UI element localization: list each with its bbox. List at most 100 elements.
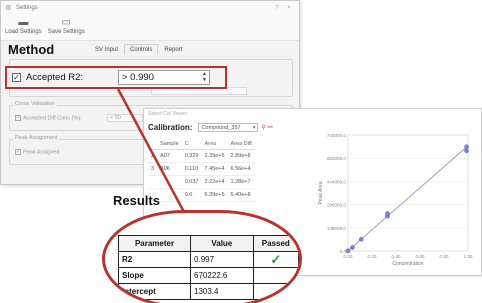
table-row[interactable]: 2 A07 0.329 2.39e+5 2.89e+8 [148, 149, 255, 163]
x-tick-label: 0.40 [392, 254, 401, 259]
x-axis-label: Concentration [392, 261, 423, 267]
y-tick-label: 444000.0 [327, 179, 347, 184]
plot-frame [347, 134, 469, 252]
peak-assigned-checkbox[interactable]: ✓ [15, 149, 21, 155]
row-c: 0.037 [181, 175, 202, 189]
link-icon[interactable]: ⚲ ⚯ [261, 124, 272, 131]
row-area: 7.45e+4 [201, 162, 228, 176]
close-button[interactable]: × [283, 5, 295, 11]
y-tick-label: 740000.0 [327, 133, 347, 138]
row-diff: 5.40e+8 [227, 188, 255, 202]
spinner-icon[interactable]: ▲ ▼ [202, 71, 207, 83]
row-sample: A06 [157, 162, 182, 176]
row-sample: A07 [157, 149, 182, 163]
passed-cell [252, 267, 299, 284]
accepted-diff-checkbox[interactable]: ✓ [15, 115, 21, 121]
data-point [385, 211, 390, 216]
samples-header-row: Sample C Area Area Diff [148, 139, 255, 150]
param-value: 670222.6 [190, 267, 254, 284]
row-diff: 6.56e+4 [227, 162, 255, 176]
param-value: 0.997 [190, 251, 254, 268]
peak-assigned-row[interactable]: ✓ Peak Assigned [15, 149, 59, 155]
peak-assigned-label: Peak Assigned [23, 149, 60, 156]
row-area: 6.39e+5 [201, 188, 228, 202]
row-sample [157, 188, 182, 202]
settings-icon: ⚙ [5, 4, 12, 12]
load-settings-button[interactable]: ▬ Load Settings [5, 17, 42, 38]
calibration-row: Calibration: Compound_357 ▾ ⚲ ⚯ [148, 123, 273, 132]
accepted-diff-checkbox-row[interactable]: ✓ Accepted Diff Conc (%): [15, 115, 82, 121]
x-tick-label: 0.00 [344, 254, 353, 259]
col-num [148, 139, 158, 150]
accepted-r2-row: ✓ Accepted R2: > 0.990 ▲ ▼ [5, 66, 227, 89]
accepted-r2-input[interactable]: > 0.990 ▲ ▼ [118, 70, 210, 85]
x-tick-label: 0.20 [368, 254, 377, 259]
param-name: Slope [117, 267, 192, 284]
row-c: 0.110 [181, 162, 202, 176]
calibration-plot: 740000.0 592000.0 444000.0 296000.0 148000.0… [318, 133, 473, 267]
folder-icon: ▬ [18, 17, 29, 28]
results-table: Parameter Value Passed R2 0.997 ✓ Slope … [117, 235, 299, 300]
accepted-r2-value: > 0.990 [122, 72, 154, 83]
row-c: 0.0 [181, 188, 202, 202]
settings-tabs: SV Input Controls Report [89, 44, 188, 55]
y-tick-label: 592000.0 [327, 156, 347, 161]
row-diff: 2.89e+8 [227, 149, 255, 163]
x-tick-label: 1.00 [464, 254, 473, 259]
help-button[interactable]: ? [271, 5, 283, 11]
tab-sv-input[interactable]: SV Input [89, 44, 124, 55]
results-col-parameter: Parameter [117, 235, 192, 252]
load-settings-label: Load Settings [5, 29, 42, 35]
tab-controls[interactable]: Controls [124, 44, 159, 55]
calibration-label: Calibration: [148, 123, 193, 132]
cross-validation-label: Cross Validation [13, 101, 57, 107]
y-axis-label: Peak Area [318, 181, 324, 204]
table-row[interactable]: 0.037 2.22e+4 1.28e+7 [148, 175, 255, 189]
col-c: C [181, 139, 202, 150]
row-num: 3 [148, 162, 158, 176]
data-point [464, 148, 469, 154]
check-icon: ✓ [270, 251, 282, 267]
y-tick-label: 148000.0 [327, 226, 347, 231]
table-row[interactable]: 0.0 6.39e+5 5.40e+8 [148, 188, 255, 202]
save-settings-label: Save Settings [47, 29, 85, 35]
passed-cell [252, 283, 299, 300]
samples-table: Sample C Area Area Diff 2 A07 0.329 2.39… [148, 139, 255, 202]
accepted-diff-input[interactable]: < 20 [107, 114, 143, 122]
col-sample: Sample [157, 139, 182, 150]
accepted-r2-label: Accepted R2: [26, 72, 84, 83]
data-point [464, 144, 469, 150]
param-value: 1303.4 [190, 283, 254, 300]
col-area: Area [201, 139, 228, 150]
row-c: 0.329 [181, 149, 202, 163]
results-header-row: Parameter Value Passed [117, 235, 299, 252]
table-row: Slope 670222.6 [117, 267, 299, 284]
save-settings-button[interactable]: ▭ Save Settings [48, 17, 85, 38]
settings-title: Settings [16, 5, 38, 11]
viewer-title: Select Cal Viewer [148, 111, 188, 117]
param-name: R2 [117, 251, 192, 268]
settings-toolbar: ▬ Load Settings ▭ Save Settings [1, 15, 299, 41]
compound-select[interactable]: Compound_357 ▾ [198, 123, 259, 132]
row-diff: 1.28e+7 [227, 175, 255, 189]
save-icon: ▭ [61, 17, 71, 28]
row-area: 2.22e+4 [201, 175, 228, 189]
accepted-r2-checkbox[interactable]: ✓ [12, 73, 21, 82]
col-area-diff: Area Diff [227, 139, 255, 150]
y-tick-label: 296000.0 [327, 203, 347, 208]
table-row[interactable]: 3 A06 0.110 7.45e+4 6.56e+4 [148, 162, 255, 176]
x-tick-label: 0.60 [416, 254, 425, 259]
data-point [350, 245, 355, 250]
data-point [358, 237, 364, 242]
x-tick-label: 0.80 [440, 254, 449, 259]
tab-report[interactable]: Report [158, 44, 188, 55]
passed-cell: ✓ [252, 251, 299, 268]
row-num: 2 [148, 149, 158, 163]
results-lens: Parameter Value Passed R2 0.997 ✓ Slope … [102, 210, 302, 303]
accepted-diff-label: Accepted Diff Conc (%): [23, 115, 82, 122]
param-name: Intercept [117, 283, 192, 300]
row-num [148, 175, 158, 189]
row-sample [157, 175, 182, 189]
accepted-diff-value: < 20 [110, 115, 121, 121]
results-col-passed: Passed [252, 235, 299, 252]
